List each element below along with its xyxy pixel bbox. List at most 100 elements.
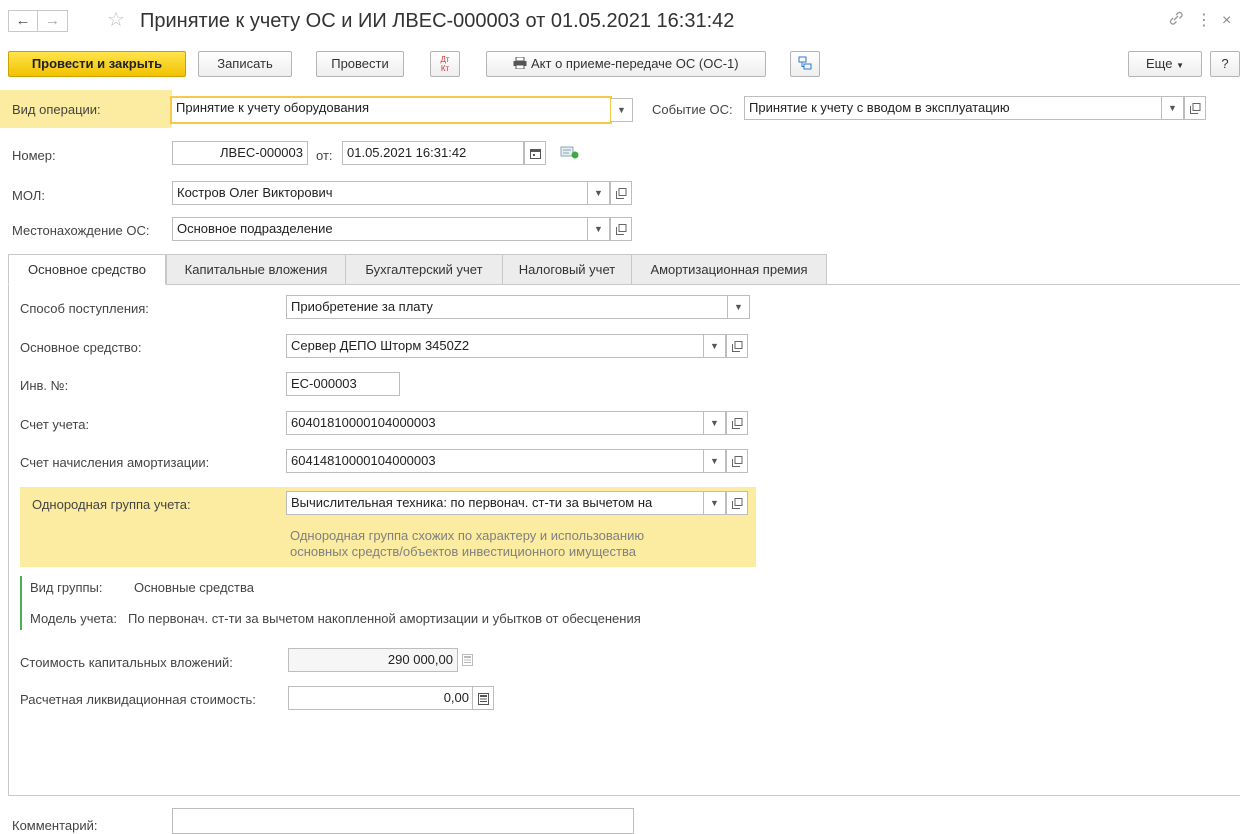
post-button[interactable]: Провести	[316, 51, 404, 77]
location-label: Местонахождение ОС:	[12, 223, 150, 238]
group-type-value: Основные средства	[134, 580, 254, 595]
accounting-group-hint-line-1: Однородная группа схожих по характеру и …	[290, 528, 645, 543]
more-menu-icon[interactable]: ⋮	[1196, 10, 1212, 32]
mol-dropdown[interactable]: ▼	[588, 181, 610, 205]
comment-field[interactable]	[172, 808, 634, 834]
help-button[interactable]: ?	[1210, 51, 1240, 77]
fixed-asset-field[interactable]: Сервер ДЕПО Шторм 3450Z2	[286, 334, 704, 358]
open-window-icon	[731, 341, 742, 353]
back-button[interactable]: ←	[8, 10, 38, 32]
location-dropdown[interactable]: ▼	[588, 217, 610, 241]
chevron-down-icon: ▼	[734, 302, 743, 312]
tab-capital-investments[interactable]: Капитальные вложения	[166, 254, 346, 285]
forward-button[interactable]: →	[38, 10, 68, 32]
dt-kt-icon: Дт Кт	[440, 55, 450, 73]
number-field[interactable]: ЛВЕС-000003	[172, 141, 308, 165]
event-dropdown[interactable]: ▼	[1162, 96, 1184, 120]
open-window-icon	[615, 224, 626, 236]
receipt-method-label: Способ поступления:	[20, 301, 149, 316]
page-title: Принятие к учету ОС и ИИ ЛВЕС-000003 от …	[140, 10, 735, 32]
accounting-model-label: Модель учета:	[30, 611, 117, 626]
link-icon[interactable]	[1168, 10, 1184, 33]
edit-number-icon[interactable]	[560, 144, 580, 163]
post-and-close-button[interactable]: Провести и закрыть	[8, 51, 186, 77]
depreciation-account-open-button[interactable]	[726, 449, 748, 473]
receipt-method-dropdown[interactable]: ▼	[728, 295, 750, 319]
fixed-asset-dropdown[interactable]: ▼	[704, 334, 726, 358]
tab-accounting[interactable]: Бухгалтерский учет	[345, 254, 503, 285]
calculator-icon	[477, 692, 489, 705]
mol-open-button[interactable]	[610, 181, 632, 205]
tab-tax-accounting[interactable]: Налоговый учет	[502, 254, 632, 285]
tab-depreciation-bonus[interactable]: Амортизационная премия	[631, 254, 827, 285]
location-field[interactable]: Основное подразделение	[172, 217, 588, 241]
date-from-label: от:	[316, 148, 333, 163]
structure-icon	[798, 56, 812, 70]
tab-fixed-asset[interactable]: Основное средство	[8, 254, 166, 285]
accounting-group-hint: Однородная группа схожих по характеру и …	[290, 528, 644, 560]
chevron-down-icon: ▼	[1176, 61, 1184, 70]
mol-field[interactable]: Костров Олег Викторович	[172, 181, 588, 205]
capital-cost-field: 290 000,00	[288, 648, 458, 672]
date-field[interactable]: 01.05.2021 16:31:42	[342, 141, 524, 165]
chevron-down-icon: ▼	[1168, 103, 1177, 113]
calendar-icon	[529, 149, 541, 160]
fixed-asset-open-button[interactable]	[726, 334, 748, 358]
more-label: Еще	[1146, 56, 1173, 71]
open-window-icon	[615, 188, 626, 200]
accounting-model-value: По первонач. ст-ти за вычетом накопленно…	[128, 611, 641, 626]
salvage-value-field[interactable]: 0,00	[288, 686, 474, 710]
close-icon[interactable]: ×	[1222, 10, 1231, 32]
group-type-label: Вид группы:	[30, 580, 103, 595]
printer-icon	[513, 56, 531, 71]
chevron-down-icon: ▼	[594, 224, 603, 234]
number-label: Номер:	[12, 148, 56, 163]
more-button[interactable]: Еще ▼	[1128, 51, 1202, 77]
print-act-button[interactable]: Акт о приеме-передаче ОС (ОС-1)	[486, 51, 766, 77]
depreciation-account-label: Счет начисления амортизации:	[20, 455, 210, 470]
fixed-asset-label: Основное средство:	[20, 340, 142, 355]
depreciation-account-dropdown[interactable]: ▼	[704, 449, 726, 473]
inventory-number-field[interactable]: ЕС-000003	[286, 372, 400, 396]
depreciation-account-field[interactable]: 60414810000104000003	[286, 449, 704, 473]
calendar-button[interactable]	[524, 141, 546, 165]
accounting-group-hint-line-2: основных средств/объектов инвестиционног…	[290, 544, 636, 559]
mol-label: МОЛ:	[12, 188, 45, 203]
open-window-icon	[731, 418, 742, 430]
chevron-down-icon: ▼	[617, 105, 626, 115]
account-label: Счет учета:	[20, 417, 90, 432]
chevron-down-icon: ▼	[594, 188, 603, 198]
operation-type-dropdown[interactable]: ▼	[611, 98, 633, 122]
print-act-label: Акт о приеме-передаче ОС (ОС-1)	[531, 56, 739, 71]
save-button[interactable]: Записать	[198, 51, 292, 77]
favorite-star-icon[interactable]: ☆	[107, 8, 125, 32]
open-window-icon	[731, 456, 742, 468]
open-window-icon	[1189, 103, 1200, 115]
chevron-down-icon: ▼	[710, 456, 719, 466]
operation-type-field[interactable]: Принятие к учету оборудования	[170, 96, 612, 124]
receipt-method-field[interactable]: Приобретение за плату	[286, 295, 728, 319]
salvage-value-label: Расчетная ликвидационная стоимость:	[20, 692, 256, 707]
operation-type-label: Вид операции:	[12, 102, 101, 117]
group-info-bar	[20, 576, 22, 630]
inventory-number-label: Инв. №:	[20, 378, 69, 393]
accounting-group-field[interactable]: Вычислительная техника: по первонач. ст-…	[286, 491, 704, 515]
dt-kt-button[interactable]: Дт Кт	[430, 51, 460, 77]
chevron-down-icon: ▼	[710, 341, 719, 351]
accounting-group-dropdown[interactable]: ▼	[704, 491, 726, 515]
arrow-right-icon: →	[45, 12, 60, 29]
account-dropdown[interactable]: ▼	[704, 411, 726, 435]
account-open-button[interactable]	[726, 411, 748, 435]
event-field[interactable]: Принятие к учету с вводом в эксплуатацию	[744, 96, 1162, 120]
event-label: Событие ОС:	[652, 102, 733, 117]
capital-cost-label: Стоимость капитальных вложений:	[20, 655, 233, 670]
location-open-button[interactable]	[610, 217, 632, 241]
accounting-group-open-button[interactable]	[726, 491, 748, 515]
calculator-button[interactable]	[472, 686, 494, 710]
structure-button[interactable]	[790, 51, 820, 77]
accounting-group-label: Однородная группа учета:	[32, 497, 191, 512]
arrow-left-icon: ←	[15, 12, 31, 29]
account-field[interactable]: 60401810000104000003	[286, 411, 704, 435]
event-open-button[interactable]	[1184, 96, 1206, 120]
chevron-down-icon: ▼	[710, 498, 719, 508]
